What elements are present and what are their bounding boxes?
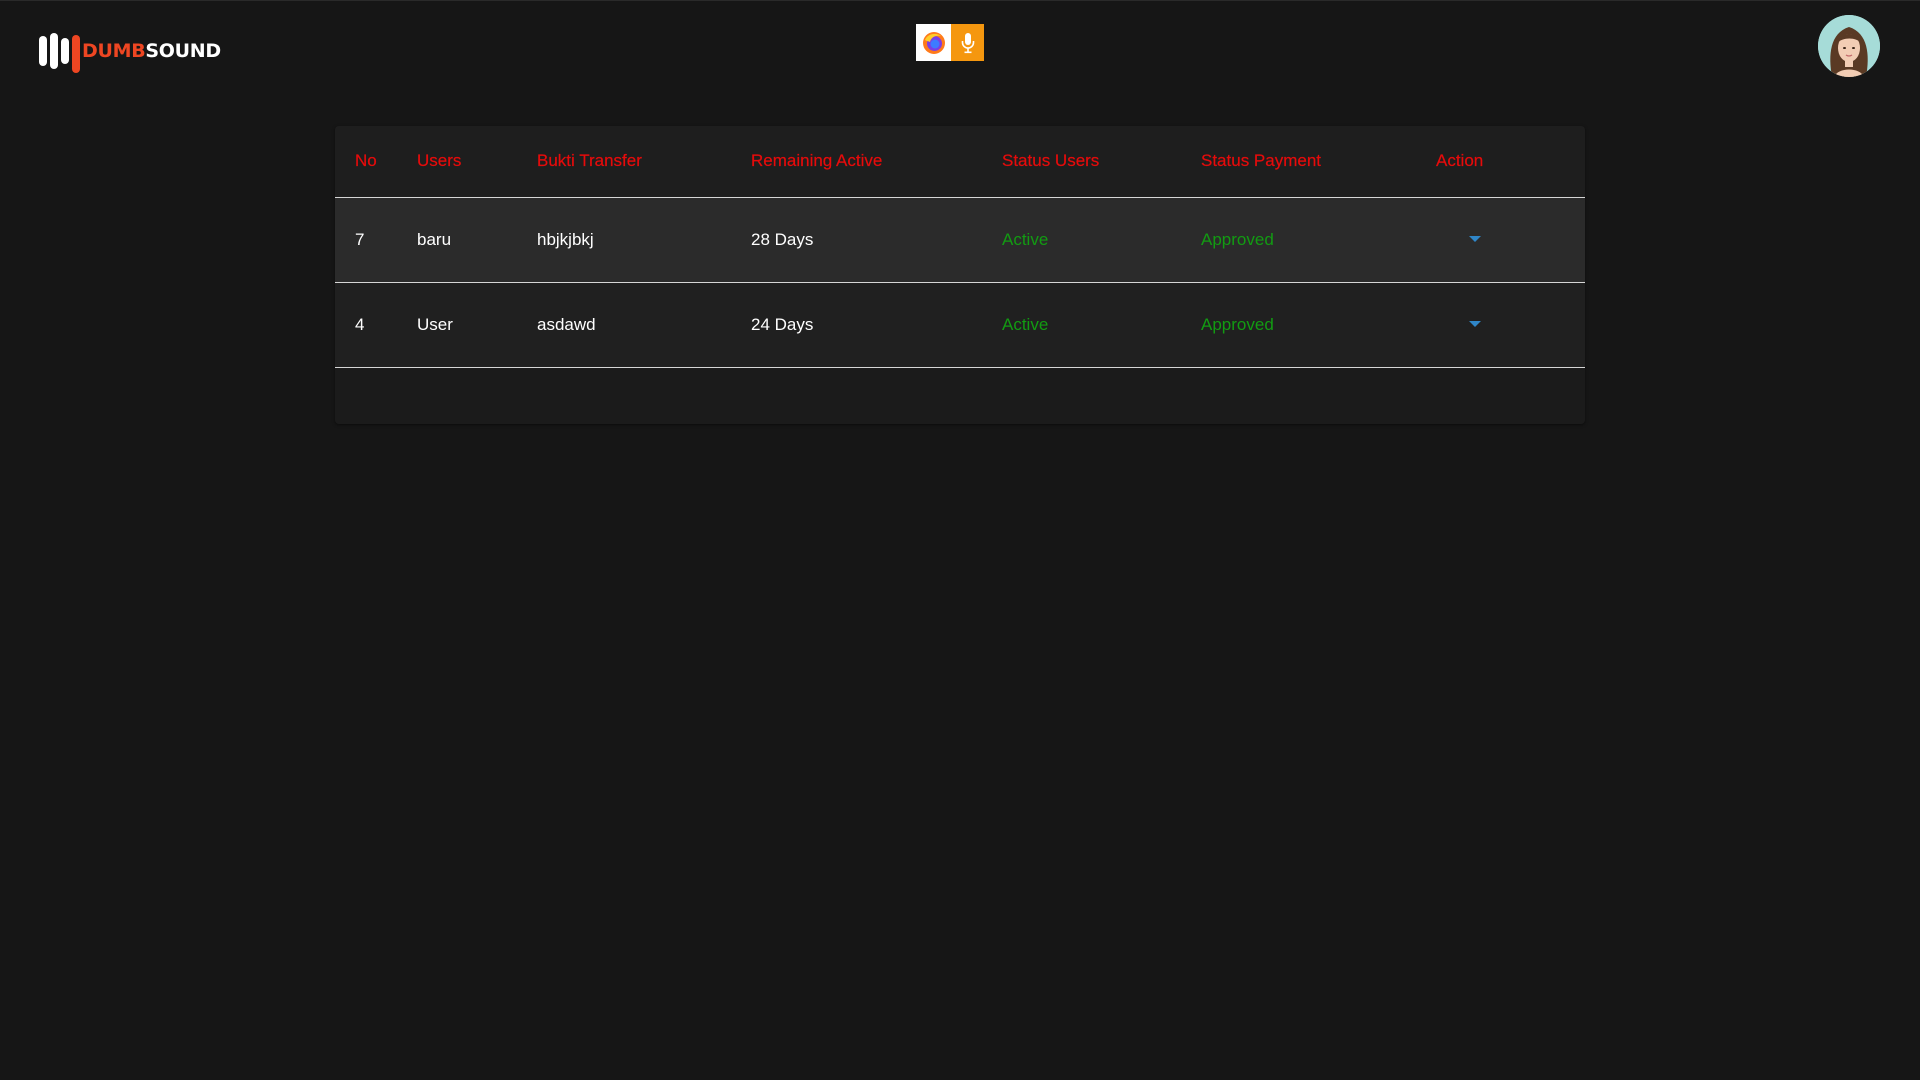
transactions-table-card: No Users Bukti Transfer Remaining Active… bbox=[335, 126, 1585, 424]
firefox-icon bbox=[916, 24, 951, 61]
cell-remaining-active: 28 Days bbox=[751, 229, 814, 249]
column-header-status-payment: Status Payment bbox=[1201, 151, 1322, 171]
top-bar: DUMBSOUND bbox=[0, 1, 1920, 101]
logo-bars-icon bbox=[39, 29, 80, 73]
column-header-status-users: Status Users bbox=[1002, 151, 1100, 171]
cell-status-payment: Approved bbox=[1201, 314, 1274, 334]
page: DUMBSOUND No Users Bukti Transfer Remain… bbox=[0, 0, 1920, 1080]
microphone-icon bbox=[951, 24, 984, 61]
table-row: 7 baru hbjkjbkj 28 Days Active Approved bbox=[335, 197, 1585, 282]
cell-user: baru bbox=[417, 229, 452, 249]
logo-text: DUMBSOUND bbox=[82, 40, 221, 62]
action-dropdown-icon[interactable] bbox=[1460, 228, 1490, 252]
cell-status-payment: Approved bbox=[1201, 229, 1274, 249]
cell-bukti-transfer: asdawd bbox=[537, 314, 596, 334]
transactions-table: No Users Bukti Transfer Remaining Active… bbox=[335, 126, 1585, 368]
column-header-remaining-active: Remaining Active bbox=[751, 151, 883, 171]
column-header-users: Users bbox=[417, 151, 462, 171]
column-header-action: Action bbox=[1436, 151, 1484, 171]
cell-status-users: Active bbox=[1002, 314, 1049, 334]
cell-action bbox=[1416, 282, 1585, 367]
logo-text-sound: SOUND bbox=[145, 40, 221, 62]
column-header-bukti-transfer: Bukti Transfer bbox=[537, 151, 642, 171]
cell-status-users: Active bbox=[1002, 229, 1049, 249]
cell-no: 7 bbox=[355, 229, 365, 249]
dumbsound-logo[interactable]: DUMBSOUND bbox=[39, 29, 221, 73]
column-header-no: No bbox=[355, 151, 377, 171]
cell-user: User bbox=[417, 314, 453, 334]
logo-text-dumb: DUMB bbox=[82, 40, 146, 62]
user-avatar[interactable] bbox=[1818, 15, 1880, 77]
cell-remaining-active: 24 Days bbox=[751, 314, 814, 334]
cell-no: 4 bbox=[355, 314, 365, 334]
table-header-row: No Users Bukti Transfer Remaining Active… bbox=[335, 126, 1585, 197]
cell-action bbox=[1416, 197, 1585, 282]
table-row: 4 User asdawd 24 Days Active Approved bbox=[335, 282, 1585, 367]
cell-bukti-transfer: hbjkjbkj bbox=[537, 229, 594, 249]
browser-sharing-indicator[interactable] bbox=[916, 24, 984, 61]
action-dropdown-icon[interactable] bbox=[1460, 313, 1490, 337]
